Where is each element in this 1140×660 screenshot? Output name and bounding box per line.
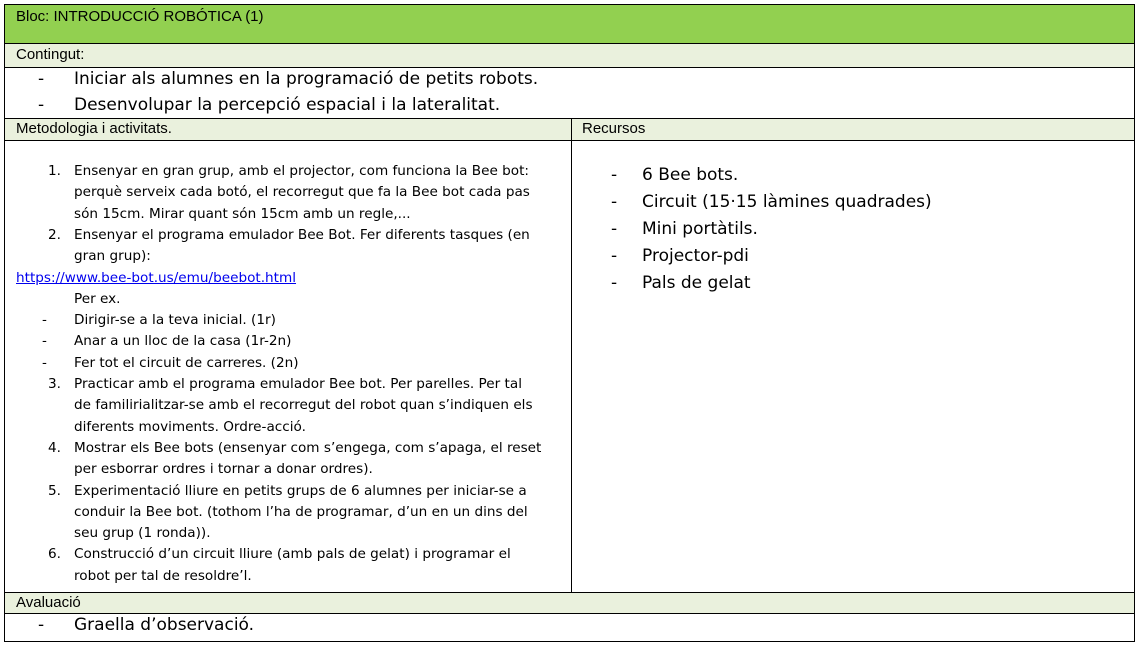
bullet-dash: -: [42, 354, 47, 371]
methodology-line: 4. Mostrar els Bee bots (ensenyar com s’e…: [5, 438, 571, 459]
methodology-line: són 15cm. Mirar quant són 15cm amb un re…: [5, 204, 571, 225]
step-number: 3.: [48, 376, 61, 392]
methodology-line: 5. Experimentació lliure en petits grups …: [5, 481, 571, 502]
bullet-dash: -: [38, 69, 45, 89]
methodology-line: - Dirigir-se a la teva inicial. (1r): [5, 310, 571, 331]
methodology-line: - Fer tot el circuit de carreres. (2n): [5, 353, 571, 374]
methodology-line: 3. Practicar amb el programa emulador Bee…: [5, 374, 571, 395]
methodology-line: diferents moviments. Ordre-acció.: [5, 417, 571, 438]
column-divider: [571, 119, 572, 140]
bullet-dash: -: [611, 273, 618, 293]
block-title: Bloc: INTRODUCCIÓ ROBÓTICA (1): [16, 8, 264, 25]
bullet-dash: -: [42, 312, 47, 329]
bullet-dash: -: [611, 219, 618, 239]
methodology-line-text: Fer tot el circuit de carreres. (2n): [74, 354, 299, 371]
methodology-line-text: robot per tal de resoldre’l.: [74, 567, 252, 584]
step-number: 2.: [48, 226, 61, 243]
methodology-line: 2. Ensenyar el programa emulador Bee Bot.…: [5, 225, 571, 246]
methodology-line: - Anar a un lloc de la casa (1r-2n): [5, 331, 571, 352]
methodology-line-text: són 15cm. Mirar quant són 15cm amb un re…: [74, 205, 411, 222]
resource-item-text: 6 Bee bots.: [642, 165, 739, 185]
methodology-line-text: Anar a un lloc de la casa (1r-2n): [74, 333, 292, 350]
methodology-line: 1. Ensenyar en gran grup, amb el projecto…: [5, 161, 571, 182]
methodology-line-text: Experimentació lliure en petits grups de…: [74, 482, 527, 499]
resource-item-text: Circuit (15·15 làmines quadrades): [642, 192, 932, 212]
methodology-line-text: Mostrar els Bee bots (ensenyar com s’eng…: [74, 439, 542, 456]
methodology-line: Per ex.: [5, 289, 571, 310]
methodology-line-text: per esborrar ordres i tornar a donar ord…: [74, 461, 373, 478]
step-number: 1.: [48, 163, 61, 179]
methodology-line-text: de familirialitzar-se amb el recorregut …: [74, 397, 533, 414]
content-item-text: Desenvolupar la percepció espacial i la …: [74, 95, 501, 115]
methodology-line-text: Practicar amb el programa emulador Bee b…: [74, 376, 522, 392]
lesson-plan-table: Bloc: INTRODUCCIÓ ROBÓTICA (1) Contingut…: [4, 4, 1135, 642]
content-list-row: - Iniciar als alumnes en la programació …: [4, 68, 1135, 119]
bullet-dash: -: [38, 95, 45, 115]
methodology-line: conduir la Bee bot. (tothom l’ha de prog…: [5, 502, 571, 523]
methodology-line: per esborrar ordres i tornar a donar ord…: [5, 459, 571, 480]
bullet-dash: -: [38, 615, 45, 635]
content-label: Contingut:: [16, 46, 85, 63]
methodology-line-text: perquè serveix cada botó, el recorregut …: [74, 184, 530, 201]
methodology-line: https://www.bee-bot.us/emu/beebot.html: [5, 268, 571, 289]
evaluation-list-row: - Graella d’observació.: [4, 614, 1135, 642]
methodology-line: robot per tal de resoldre’l.: [5, 566, 571, 587]
bullet-dash: -: [42, 333, 47, 350]
methodology-line-text: Construcció d’un circuit lliure (amb pal…: [74, 546, 511, 563]
step-number: 5.: [48, 482, 61, 499]
block-title-row: Bloc: INTRODUCCIÓ ROBÓTICA (1): [4, 4, 1135, 44]
methodology-line: perquè serveix cada botó, el recorregut …: [5, 182, 571, 203]
resources-label: Recursos: [582, 120, 646, 137]
bullet-dash: -: [611, 192, 618, 212]
resource-item-text: Pals de gelat: [642, 273, 751, 293]
bullet-dash: -: [611, 165, 618, 185]
beebot-emulator-link[interactable]: https://www.bee-bot.us/emu/beebot.html: [16, 268, 296, 289]
column-divider: [571, 141, 572, 592]
resource-item-text: Mini portàtils.: [642, 219, 758, 239]
content-item-text: Iniciar als alumnes en la programació de…: [74, 69, 539, 89]
methodology-line-text: gran grup):: [74, 248, 151, 265]
methodology-line-text: seu grup (1 ronda)).: [74, 525, 211, 542]
methodology-resources-body-row: 1. Ensenyar en gran grup, amb el projecto…: [4, 141, 1135, 593]
methodology-line-text: diferents moviments. Ordre-acció.: [74, 418, 306, 435]
methodology-line: gran grup):: [5, 246, 571, 267]
evaluation-label-row: Avaluació: [4, 593, 1135, 614]
methodology-line-text: Dirigir-se a la teva inicial. (1r): [74, 312, 276, 329]
step-number: 6.: [48, 546, 61, 563]
resource-item-text: Projector-pdi: [642, 246, 749, 266]
methodology-label: Metodologia i activitats.: [16, 120, 172, 137]
methodology-line-text: Ensenyar el programa emulador Bee Bot. F…: [74, 226, 530, 243]
methodology-line-text: Ensenyar en gran grup, amb el projector,…: [74, 163, 530, 179]
methodology-line: seu grup (1 ronda)).: [5, 523, 571, 544]
step-number: 4.: [48, 439, 61, 456]
methodology-resources-header-row: Metodologia i activitats. Recursos: [4, 119, 1135, 141]
evaluation-item-text: Graella d’observació.: [74, 615, 255, 635]
evaluation-label: Avaluació: [16, 594, 81, 611]
methodology-line: de familirialitzar-se amb el recorregut …: [5, 395, 571, 416]
methodology-line: 6. Construcció d’un circuit lliure (amb p…: [5, 544, 571, 565]
bullet-dash: -: [611, 246, 618, 266]
methodology-line-text: conduir la Bee bot. (tothom l’ha de prog…: [74, 503, 528, 520]
methodology-line-text: Per ex.: [74, 290, 121, 307]
content-label-row: Contingut:: [4, 44, 1135, 68]
